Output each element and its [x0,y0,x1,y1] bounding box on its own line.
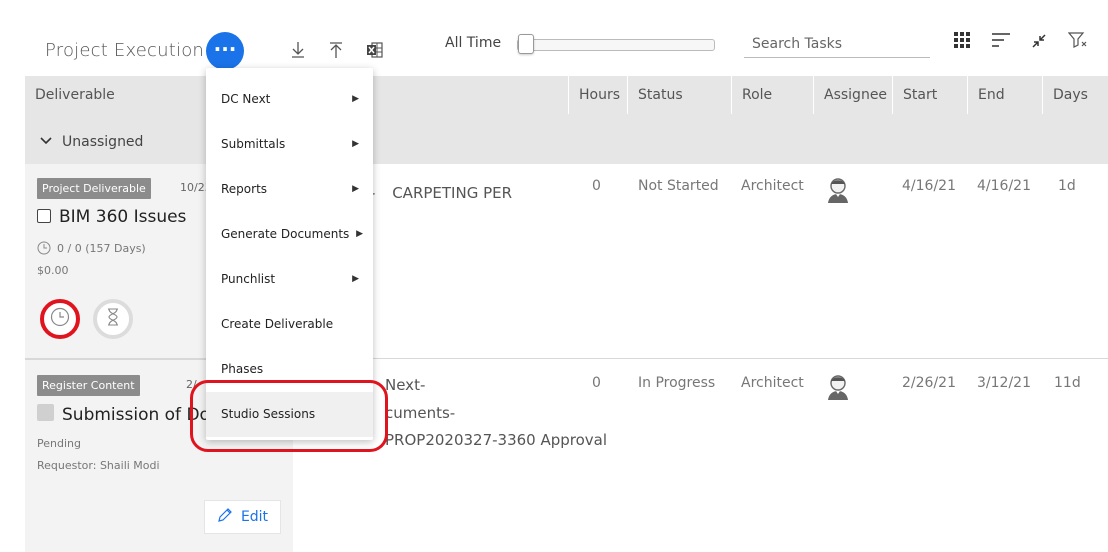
caret-right-icon: ▶ [352,94,359,104]
card-type-badge: Register Content [37,375,140,396]
card-title-text: BIM 360 Issues [59,207,187,227]
clock-icon [37,241,51,258]
card-requestor: Requestor: Shaili Modi [37,459,160,472]
chevron-down-icon [40,133,52,149]
column-header-start[interactable]: Start [892,76,966,114]
time-range-label: All Time [445,35,502,51]
task-name-line2[interactable]: cuments- [385,404,455,422]
task-end: 4/16/21 [977,178,1031,194]
task-start: 2/26/21 [902,375,956,391]
task-hours: 0 [592,375,601,391]
task-days: 1d [1058,178,1076,194]
hourglass-icon [106,308,120,330]
task-status: Not Started [638,178,719,194]
card-amount: $0.00 [37,264,69,277]
task-name-line3[interactable]: PROP2020327-3360 Approval [385,431,607,449]
task-status: In Progress [638,375,716,391]
time-range-slider-handle[interactable] [518,34,534,54]
duration-button[interactable] [93,299,133,339]
card-time-info: 0 / 0 (157 Days) [37,241,146,258]
group-row [25,114,1108,164]
excel-export-icon[interactable] [365,40,385,60]
caret-right-icon: ▶ [352,274,359,284]
grid-view-icon[interactable] [953,31,971,49]
column-header-status[interactable]: Status [627,76,730,114]
more-actions-button[interactable]: ··· [206,32,244,70]
menu-item-submittals[interactable]: Submittals ▶ [206,122,373,167]
column-header-days[interactable]: Days [1042,76,1108,114]
sort-icon[interactable] [991,32,1011,48]
card-status: Pending [37,437,81,450]
caret-right-icon: ▶ [352,184,359,194]
menu-item-generate-documents[interactable]: Generate Documents ▶ [206,212,373,257]
annotation-highlight-ring [190,380,388,452]
column-header-end[interactable]: End [967,76,1041,114]
group-label: Unassigned [62,134,144,150]
clock-icon [50,307,70,331]
caret-right-icon: ▶ [356,229,363,239]
collapse-icon[interactable] [1031,33,1047,49]
task-role: Architect [741,178,804,194]
column-header-hours[interactable]: Hours [568,76,626,114]
task-name[interactable]: - CARPETING PER [370,184,512,202]
column-header-role[interactable]: Role [731,76,812,114]
assignee-avatar-icon[interactable] [825,373,851,405]
menu-item-create-deliverable[interactable]: Create Deliverable [206,302,373,347]
column-header-assignee[interactable]: Assignee [813,76,891,114]
card-title-text: Submission of Do [62,405,210,425]
card-title[interactable]: BIM 360 Issues [37,207,186,227]
search-tasks-input[interactable] [744,30,930,58]
task-role: Architect [741,375,804,391]
card-title[interactable]: Submission of Do [37,404,210,425]
clear-filter-icon[interactable] [1067,31,1088,49]
task-start: 4/16/21 [902,178,956,194]
card-type-badge: Project Deliverable [37,178,151,199]
group-toggle[interactable]: Unassigned [40,133,143,150]
page-title: Project Execution [45,40,205,61]
menu-item-punchlist[interactable]: Punchlist ▶ [206,257,373,302]
card-checkbox[interactable] [37,404,54,421]
task-hours: 0 [592,178,601,194]
task-days: 11d [1054,375,1081,391]
download-icon[interactable] [288,40,308,60]
task-end: 3/12/21 [977,375,1031,391]
grid-header: Deliverable Hours Status Role Assignee S… [25,76,1108,114]
menu-item-dc-next[interactable]: DC Next ▶ [206,77,373,122]
pencil-icon [217,507,233,527]
row-divider [293,358,1108,359]
menu-item-reports[interactable]: Reports ▶ [206,167,373,212]
time-range-slider[interactable] [517,39,715,51]
upload-icon[interactable] [326,40,346,60]
caret-right-icon: ▶ [352,139,359,149]
edit-button[interactable]: Edit [204,500,281,534]
assignee-avatar-icon[interactable] [825,176,851,208]
timer-button[interactable] [40,299,80,339]
task-name-line1[interactable]: Next- [385,376,425,394]
card-checkbox[interactable] [37,209,51,223]
